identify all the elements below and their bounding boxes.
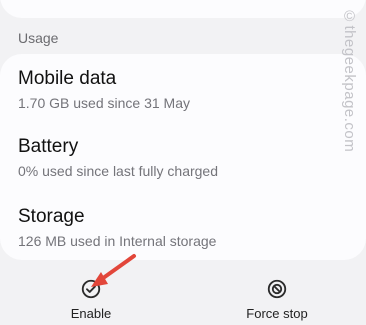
watermark-text: ©thegeekpage.com: [341, 8, 358, 153]
mobile-data-item[interactable]: Mobile data 1.70 GB used since 31 May: [18, 68, 190, 111]
usage-section-label: Usage: [18, 30, 59, 46]
block-icon: [267, 279, 287, 299]
mobile-data-subtitle: 1.70 GB used since 31 May: [18, 95, 190, 111]
force-stop-button[interactable]: Force stop: [217, 278, 337, 321]
battery-subtitle: 0% used since last fully charged: [18, 163, 218, 179]
enable-label: Enable: [70, 306, 112, 321]
usage-card: Mobile data 1.70 GB used since 31 May Ba…: [0, 54, 366, 260]
storage-subtitle: 126 MB used in Internal storage: [18, 233, 217, 249]
storage-item[interactable]: Storage 126 MB used in Internal storage: [18, 206, 216, 249]
enable-button[interactable]: Enable: [31, 278, 151, 321]
bottom-action-bar: Enable Force stop: [0, 262, 366, 325]
check-circle-icon: [81, 279, 101, 299]
previous-card-edge: [0, 0, 366, 18]
mobile-data-title: Mobile data: [18, 68, 117, 89]
battery-title: Battery: [18, 136, 79, 157]
battery-item[interactable]: Battery 0% used since last fully charged: [18, 136, 218, 179]
force-stop-label: Force stop: [246, 306, 308, 321]
storage-title: Storage: [18, 206, 85, 227]
